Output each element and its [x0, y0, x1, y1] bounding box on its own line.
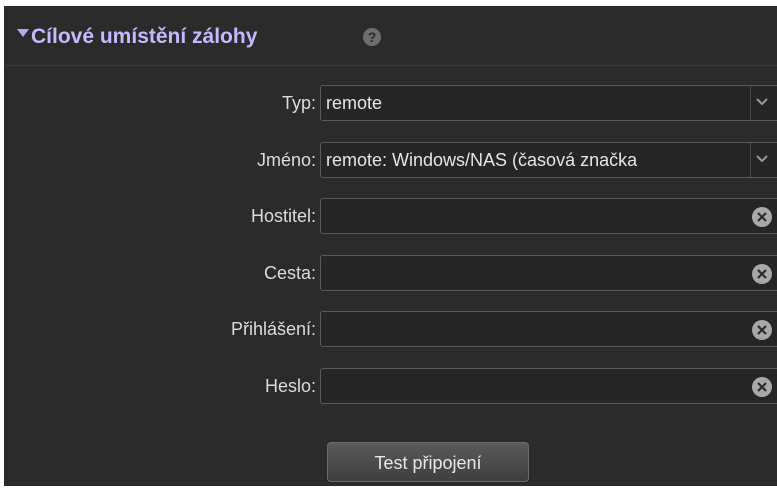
- name-value: remote: Windows/NAS (časová značka: [326, 150, 638, 170]
- password-label: Heslo:: [264, 376, 316, 396]
- clear-x-icon[interactable]: [752, 264, 772, 284]
- type-select[interactable]: remote: [320, 85, 777, 121]
- type-value: remote: [326, 93, 383, 113]
- login-row: Přihlášení:: [4, 311, 777, 347]
- clear-x-icon[interactable]: [752, 377, 772, 397]
- name-label: Jméno:: [256, 150, 316, 170]
- clear-x-icon[interactable]: [752, 207, 772, 227]
- name-row: Jméno: remote: Windows/NAS (časová značk…: [4, 142, 777, 178]
- password-input[interactable]: [320, 368, 777, 404]
- section-header[interactable]: Cílové umístění zálohy ?: [4, 6, 777, 66]
- password-row: Heslo:: [4, 368, 777, 404]
- backup-destination-panel: Cílové umístění zálohy ? Typ: remote Jmé…: [4, 6, 777, 486]
- path-label: Cesta:: [263, 263, 316, 283]
- type-label: Typ:: [281, 93, 316, 113]
- section-title: Cílové umístění zálohy: [31, 25, 258, 48]
- type-row: Typ: remote: [4, 85, 777, 121]
- host-input[interactable]: [320, 198, 777, 234]
- path-row: Cesta:: [4, 255, 777, 291]
- help-icon[interactable]: ?: [363, 28, 381, 46]
- name-select[interactable]: remote: Windows/NAS (časová značka: [320, 142, 777, 178]
- clear-x-icon[interactable]: [752, 320, 772, 340]
- login-input[interactable]: [320, 311, 777, 347]
- test-connection-button[interactable]: Test připojení: [327, 442, 529, 482]
- host-label: Hostitel:: [250, 206, 316, 226]
- chevron-down-icon[interactable]: [750, 86, 774, 120]
- host-row: Hostitel:: [4, 198, 777, 234]
- chevron-down-icon[interactable]: [750, 143, 774, 177]
- path-input[interactable]: [320, 255, 777, 291]
- login-label: Přihlášení:: [230, 319, 316, 339]
- caret-down-icon[interactable]: [17, 29, 29, 37]
